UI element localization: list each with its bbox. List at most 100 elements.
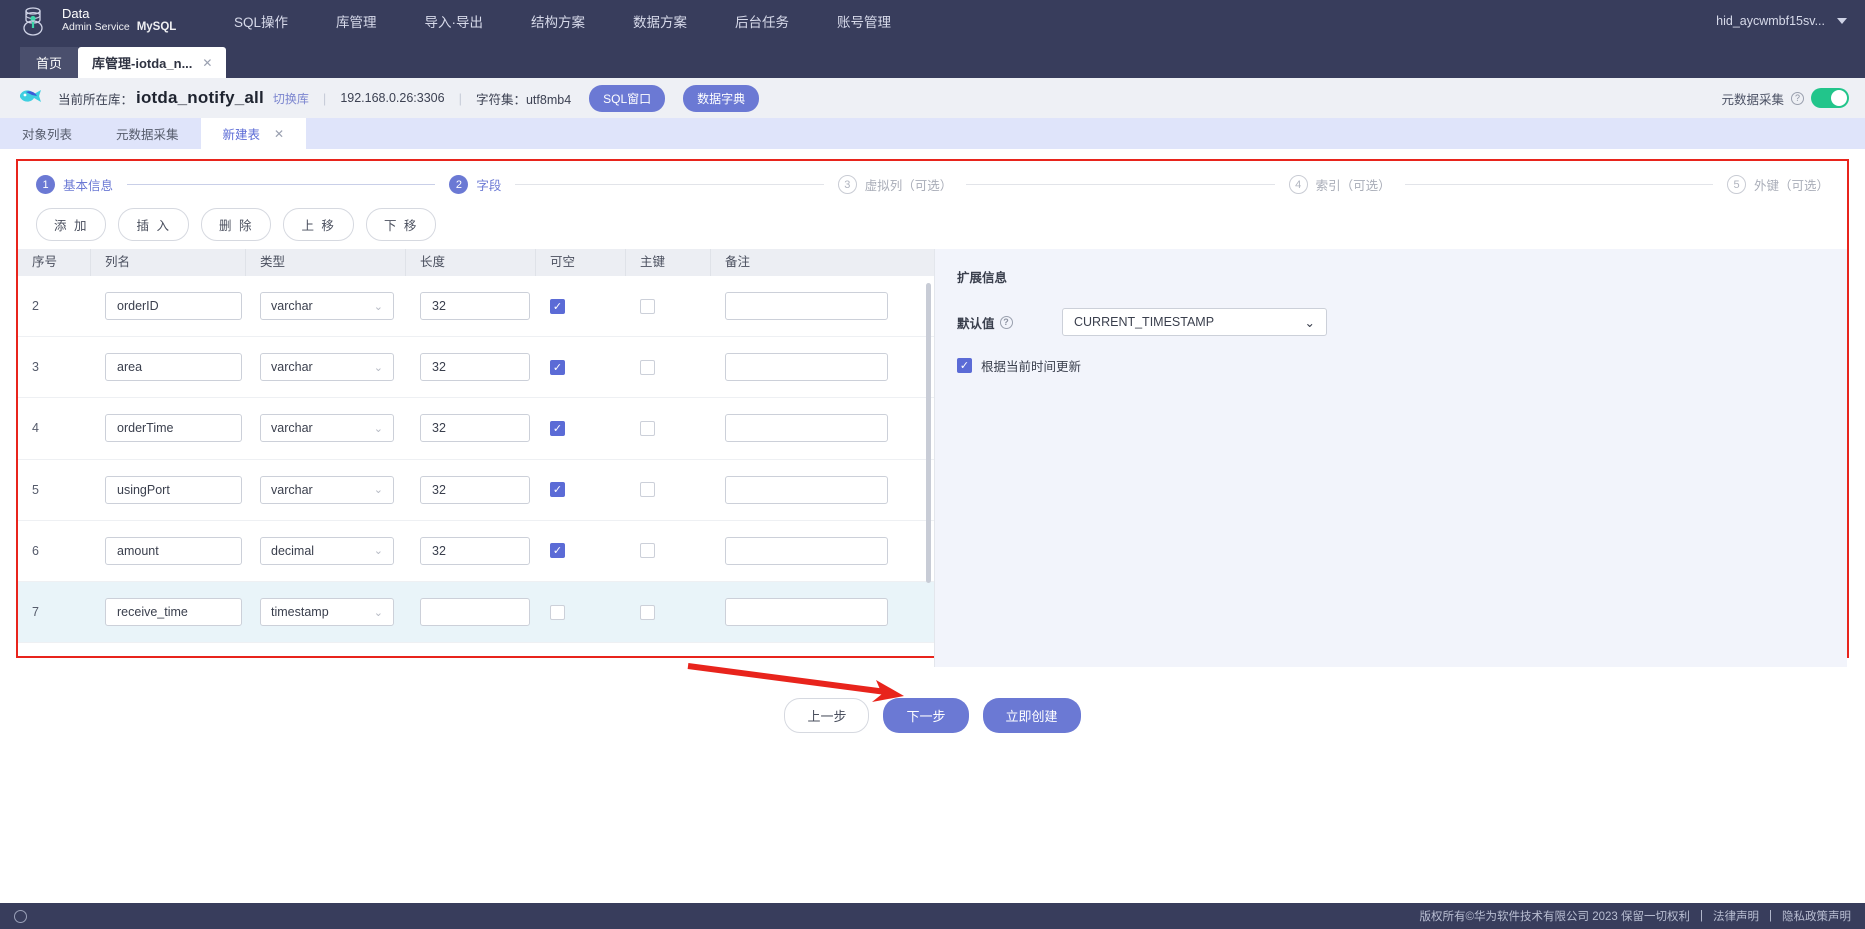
next-step-button[interactable]: 下一步 [883,698,969,733]
close-icon[interactable]: ✕ [202,56,212,70]
switch-db-link[interactable]: 切换库 [273,90,309,107]
nav-import-export[interactable]: 导入·导出 [401,11,508,31]
step-index[interactable]: 4 索引（可选） [1288,175,1391,194]
table-row[interactable]: 6 amount decimal ⌄ 32 ✓ [18,521,934,582]
default-value-select[interactable]: CURRENT_TIMESTAMP ⌄ [1062,308,1327,336]
db-host-label: 192.168.0.26:3306 [340,91,445,105]
nullable-checkbox[interactable]: ✓ [550,543,565,559]
table-row[interactable]: 4 orderTime varchar ⌄ 32 ✓ [18,398,934,460]
column-type-select[interactable]: varchar ⌄ [260,475,394,504]
move-up-button[interactable]: 上 移 [283,208,354,241]
column-note-input[interactable] [725,353,888,382]
step-virtual-columns[interactable]: 3 虚拟列（可选） [837,175,952,194]
sql-window-button[interactable]: SQL窗口 [589,84,666,112]
question-mark-icon[interactable]: ? [999,315,1013,329]
nav-background-task[interactable]: 后台任务 [711,11,813,31]
globe-icon[interactable] [14,909,27,923]
column-note-input[interactable] [725,475,888,504]
table-row[interactable]: 3 area varchar ⌄ 32 ✓ [18,337,934,399]
subtab-object-list-label: 对象列表 [22,128,73,142]
tab-db-management-active[interactable]: 库管理-iotda_n... ✕ [78,47,227,78]
nullable-checkbox[interactable]: ✓ [550,420,565,436]
data-dictionary-button[interactable]: 数据字典 [683,84,760,112]
brand-logo-group[interactable]: Data Admin Service MySQL [0,4,210,38]
column-header-note: 备注 [725,255,751,269]
nav-sql-operation[interactable]: SQL操作 [210,11,312,31]
primary-key-checkbox[interactable] [640,420,655,436]
insert-button[interactable]: 插 入 [118,208,189,241]
column-header-nullable: 可空 [536,249,626,276]
column-type-value: varchar [271,360,313,375]
column-note-input[interactable] [725,414,888,443]
update-on-current-time-checkbox[interactable]: ✓ [957,358,972,373]
nullable-checkbox[interactable]: ✓ [550,482,565,498]
nav-account-management[interactable]: 账号管理 [813,11,915,31]
primary-key-checkbox[interactable] [640,359,655,375]
update-on-current-time-row[interactable]: ✓ 根据当前时间更新 [957,356,1825,375]
column-length-input[interactable]: 32 [420,475,530,504]
column-type-select[interactable]: varchar ⌄ [260,292,394,321]
column-length-input[interactable]: 32 [420,292,530,321]
primary-key-checkbox[interactable] [640,543,655,559]
extended-info-pane: 扩展信息 默认值 ? CURRENT_TIMESTAMP ⌄ ✓ 根据当前时间更… [935,249,1847,667]
step-basic-info[interactable]: 1 基本信息 [36,175,113,194]
column-name-input[interactable]: orderTime [105,414,242,443]
chevron-down-icon: ⌄ [373,545,383,558]
column-length-input[interactable]: 32 [420,536,530,565]
column-type-select[interactable]: varchar ⌄ [260,414,394,443]
tab-home[interactable]: 首页 [20,47,79,78]
window-tab-strip: 首页 库管理-iotda_n... ✕ [0,41,1865,78]
move-down-button[interactable]: 下 移 [365,208,437,241]
column-type-value: varchar [271,421,313,436]
add-button[interactable]: 添 加 [36,208,107,241]
user-menu[interactable]: hid_aycwmbf15sv... [1716,0,1847,41]
column-name-input[interactable]: amount [105,536,242,565]
nullable-checkbox[interactable]: ✓ [550,359,565,375]
legal-notice-link[interactable]: 法律声明 [1713,908,1759,924]
column-name-input[interactable]: usingPort [105,475,242,504]
vertical-scrollbar[interactable] [926,283,931,583]
column-type-select[interactable]: decimal ⌄ [260,536,394,565]
subtab-metadata-collect[interactable]: 元数据采集 [94,118,201,149]
column-note-input[interactable] [725,292,888,321]
previous-step-button[interactable]: 上一步 [784,698,870,733]
nullable-checkbox[interactable] [550,604,565,620]
column-header-type: 类型 [246,249,406,276]
column-name-input[interactable]: area [105,353,242,382]
nav-data-plan[interactable]: 数据方案 [609,11,711,31]
brand-product: MySQL [136,21,177,34]
column-note-input[interactable] [725,598,888,627]
column-length-input[interactable] [420,598,530,627]
table-row[interactable]: 2 orderID varchar ⌄ 32 ✓ [18,276,934,338]
bottom-divider: | [1700,910,1703,922]
subtab-new-table[interactable]: 新建表 ✕ [200,118,307,149]
step-fields[interactable]: 2 字段 [449,175,501,194]
column-name-input[interactable]: orderID [105,292,242,321]
column-type-select[interactable]: varchar ⌄ [260,353,394,382]
delete-button[interactable]: 删 除 [200,208,272,241]
subtab-object-list[interactable]: 对象列表 [0,118,94,149]
primary-key-checkbox[interactable] [640,604,655,620]
column-note-input[interactable] [725,536,888,565]
column-name-input[interactable]: receive_time [105,598,242,627]
column-length-input[interactable]: 32 [420,353,530,382]
nullable-checkbox[interactable]: ✓ [550,298,565,314]
default-value-selected: CURRENT_TIMESTAMP [1074,315,1215,329]
question-mark-icon[interactable]: ? [1791,91,1804,105]
chevron-down-icon: ⌄ [373,606,383,619]
nav-db-management[interactable]: 库管理 [312,11,401,31]
column-length-input[interactable]: 32 [420,414,530,443]
row-seq: 7 [32,605,39,620]
create-now-button[interactable]: 立即创建 [982,698,1081,733]
primary-key-checkbox[interactable] [640,298,655,314]
primary-key-checkbox[interactable] [640,482,655,498]
column-header-seq: 序号 [18,249,91,276]
privacy-policy-link[interactable]: 隐私政策声明 [1782,908,1851,924]
metadata-collect-toggle[interactable] [1811,88,1849,108]
nav-structure-plan[interactable]: 结构方案 [507,11,609,31]
table-row[interactable]: 5 usingPort varchar ⌄ 32 ✓ [18,460,934,521]
table-row[interactable]: 7 receive_time timestamp ⌄ [18,581,934,644]
column-type-select[interactable]: timestamp ⌄ [260,598,394,627]
step-foreign-key[interactable]: 5 外键（可选） [1727,175,1829,194]
close-icon[interactable]: ✕ [274,127,284,141]
